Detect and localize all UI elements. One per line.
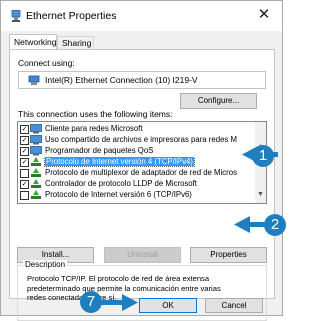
callout-badge-2: 2 <box>264 214 286 236</box>
callout-arrow-7 <box>100 294 138 311</box>
callout-badge-1: 1 <box>252 145 274 167</box>
callout-badge-7: 7 <box>80 291 102 313</box>
callout-arrows <box>100 146 278 311</box>
